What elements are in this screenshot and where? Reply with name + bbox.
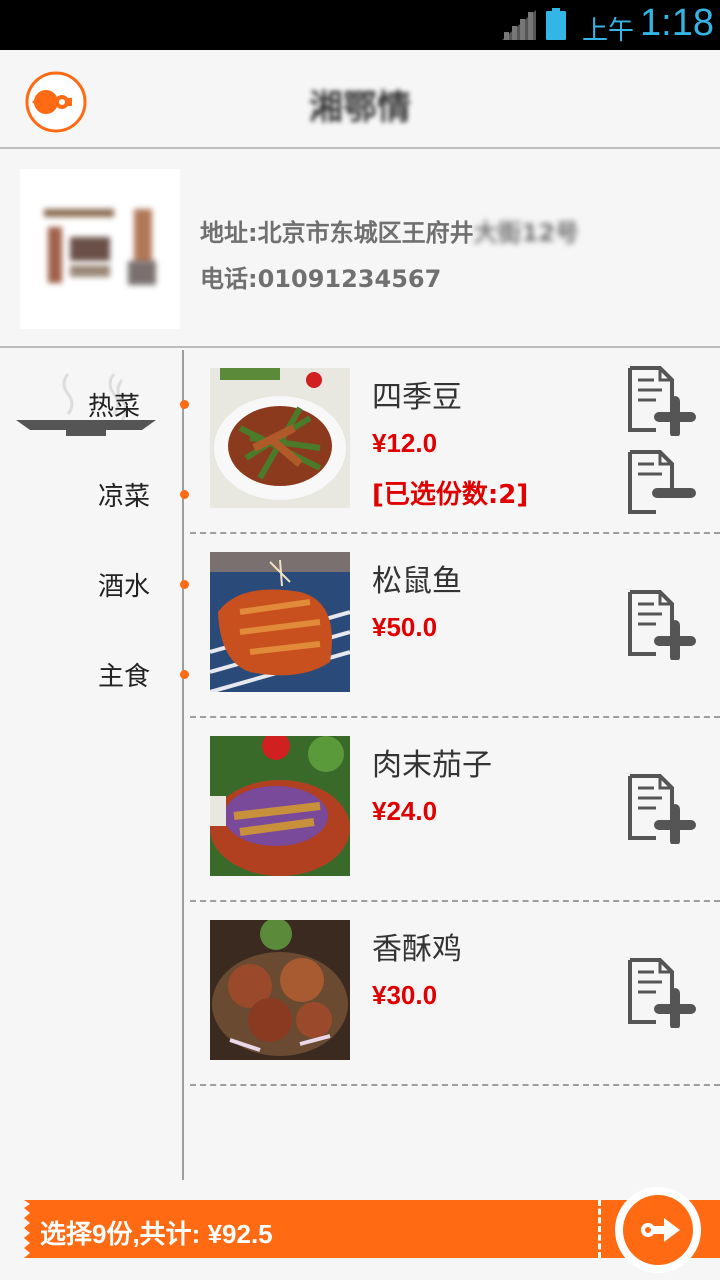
address-blurred: 大街12号 [473,219,580,247]
forward-arrow-icon[interactable] [614,1186,702,1274]
category-dot [180,580,189,589]
page-title: 湘鄂情 [309,88,411,128]
dish-selected-count: [已选份数:2] [372,480,529,510]
category-label: 主食 [97,662,150,692]
add-to-order-icon[interactable] [626,588,698,660]
category-label: 酒水 [97,572,150,602]
add-to-order-icon[interactable] [626,772,698,844]
dish-name: 香酥鸡 [372,932,462,967]
battery-icon [546,8,566,40]
dish-price: ¥50.0 [372,612,438,642]
remove-from-order-icon[interactable] [626,448,698,516]
status-bar: 上午 1:18 [0,0,720,50]
app-header: 湘鄂情 [0,50,720,149]
category-label: 热菜 [87,392,140,422]
dish-item: 肉末茄子 ¥24.0 [190,718,720,902]
dish-photo [210,552,350,692]
dish-item: 香酥鸡 ¥30.0 [190,902,720,1086]
signal-icon [502,10,536,40]
category-item-staple[interactable]: 主食 [0,648,189,698]
dish-price: ¥24.0 [372,796,438,826]
dish-name: 肉末茄子 [372,748,492,783]
dish-item: 四季豆 ¥12.0 [已选份数:2] [190,350,720,534]
category-sidebar: 热菜 凉菜 酒水 主食 [0,350,189,1180]
order-summary-text: 选择9份,共计: ¥92.5 [40,1219,273,1249]
ticket-edge [24,1200,34,1258]
category-dot [180,490,189,499]
restaurant-logo [20,169,180,329]
address-text: 地址:北京市东城区王府井 [200,219,474,247]
restaurant-address: 地址:北京市东城区王府井大街12号 [200,213,579,248]
category-item-drinks[interactable]: 酒水 [0,558,189,608]
restaurant-info: 地址:北京市东城区王府井大街12号 电话:01091234567 [0,151,720,348]
category-item-hot[interactable]: 热菜 [0,378,189,428]
status-clock: 1:18 [640,2,714,44]
dish-photo [210,736,350,876]
category-item-cold[interactable]: 凉菜 [0,468,189,518]
add-to-order-icon[interactable] [626,364,698,436]
category-dot [180,670,189,679]
status-ampm: 上午 [582,16,635,46]
order-bar-divider [598,1200,601,1258]
category-dot [180,400,189,409]
dish-photo [210,920,350,1060]
dish-price: ¥30.0 [372,980,438,1010]
dish-price: ¥12.0 [372,428,438,458]
add-to-order-icon[interactable] [626,956,698,1028]
dish-name: 松鼠鱼 [372,564,462,599]
category-label: 凉菜 [97,482,150,512]
dish-item: 松鼠鱼 ¥50.0 [190,534,720,718]
dish-name: 四季豆 [372,380,462,415]
dish-photo [210,368,350,508]
restaurant-phone: 电话:01091234567 [200,265,442,293]
